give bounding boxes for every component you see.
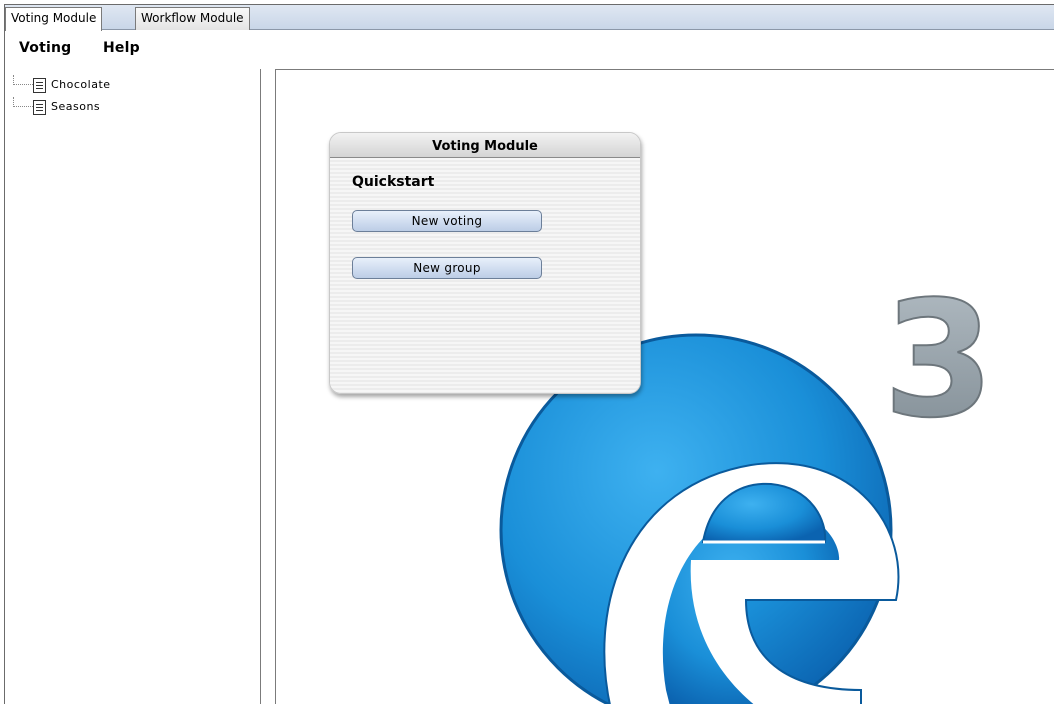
menu-voting[interactable]: Voting	[19, 40, 71, 56]
menu-bar: Voting Help	[5, 31, 1054, 67]
tree-item-chocolate[interactable]: Chocolate	[13, 75, 111, 95]
quickstart-card: Voting Module Quickstart New voting New …	[329, 132, 641, 394]
tab-voting-module[interactable]: Voting Module	[5, 7, 103, 31]
module-tab-strip: Voting Module Workflow Module	[5, 5, 1054, 31]
card-body: Quickstart New voting New group	[330, 158, 640, 393]
tree-branch-line	[13, 97, 33, 107]
quickstart-heading: Quickstart	[352, 174, 435, 190]
exponent-3: 3	[883, 270, 991, 453]
tree-item-seasons[interactable]: Seasons	[13, 97, 100, 117]
tree-item-label: Seasons	[51, 100, 101, 113]
main-content-area: 3 Voting Module Quickstart New voting Ne…	[275, 69, 1054, 704]
panel-splitter[interactable]	[262, 69, 276, 704]
tree-item-label: Chocolate	[51, 78, 111, 91]
menu-help[interactable]: Help	[103, 40, 140, 56]
tab-workflow-module[interactable]: Workflow Module	[135, 7, 250, 30]
new-group-button[interactable]: New group	[352, 257, 542, 279]
tree-branch-line	[13, 75, 33, 85]
document-icon	[33, 77, 46, 93]
card-title: Voting Module	[330, 133, 640, 158]
document-icon	[33, 99, 46, 115]
new-voting-button[interactable]: New voting	[352, 210, 542, 232]
voting-tree-panel: Chocolate Seasons	[5, 69, 261, 704]
application-window: Voting Module Workflow Module Voting Hel…	[4, 4, 1054, 704]
